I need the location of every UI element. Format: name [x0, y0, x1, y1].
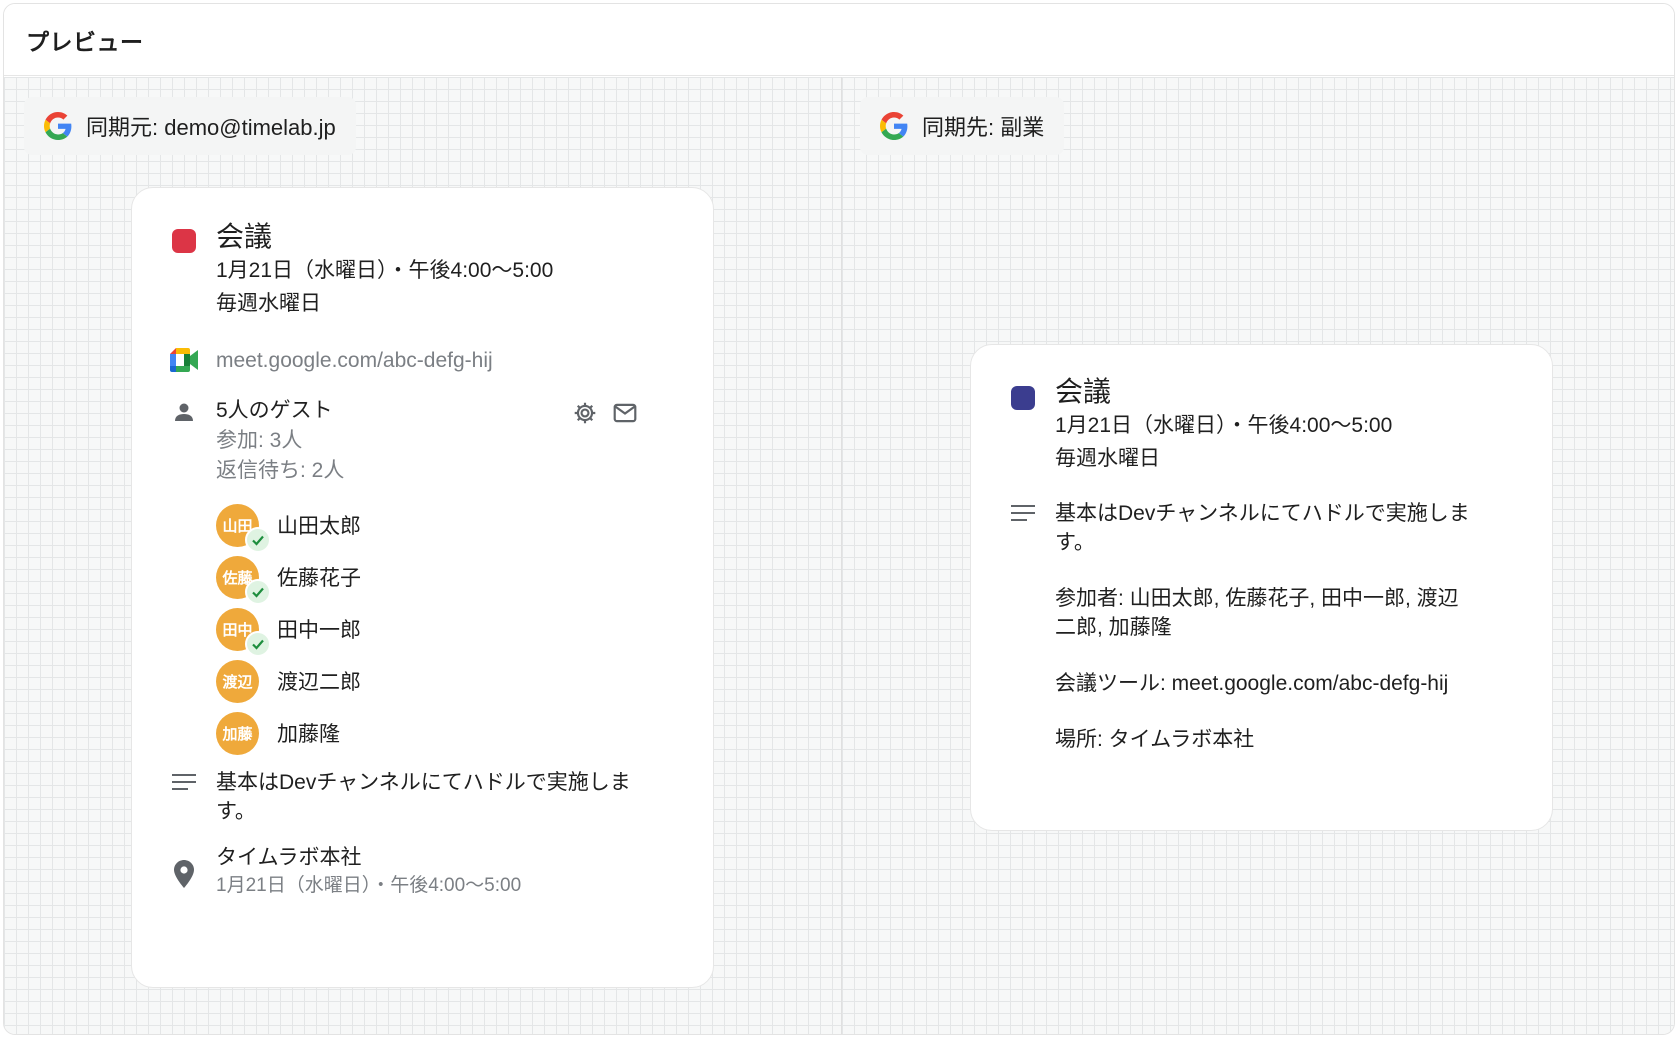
event-recurrence: 毎週水曜日 — [1055, 447, 1160, 470]
person-icon — [175, 403, 193, 421]
event-title: 会議 — [1055, 376, 1112, 407]
guest-item[interactable]: 佐藤 佐藤花子 — [216, 555, 361, 605]
source-pane: 同期元: demo@timelab.jp 会議 1月21日（水曜日）・午後4:0… — [4, 77, 842, 1034]
guest-name: 佐藤花子 — [277, 567, 361, 590]
preview-header: プレビュー — [4, 4, 1674, 76]
meeting-tool: 会議ツール: meet.google.com/abc-defg-hij — [1055, 672, 1449, 695]
description-line-1: 基本はDevチャンネルにてハドルで実施しま — [1055, 502, 1470, 525]
guest-item[interactable]: 加藤 加藤隆 — [216, 711, 361, 755]
event-color-swatch — [172, 229, 196, 253]
page-title: プレビュー — [26, 28, 144, 55]
gear-icon[interactable] — [572, 400, 598, 426]
guest-list: 山田 山田太郎 佐藤 佐藤花子 田中 田中一郎 渡辺 渡辺二郎 加藤 加藤隆 — [216, 503, 361, 764]
google-meet-icon — [170, 348, 198, 372]
guest-name: 山田太郎 — [277, 515, 361, 538]
attendees-line-2: 二郎, 加藤隆 — [1055, 616, 1172, 639]
guest-avatar: 佐藤 — [216, 555, 271, 605]
target-calendar-chip: 同期先: 副業 — [860, 97, 1065, 155]
preview-panes: 同期元: demo@timelab.jp 会議 1月21日（水曜日）・午後4:0… — [4, 77, 1674, 1034]
guest-item[interactable]: 山田 山田太郎 — [216, 503, 361, 553]
event-datetime: 1月21日（水曜日）・午後4:00〜5:00 — [1055, 414, 1393, 437]
guests-pending: 返信待ち: 2人 — [216, 459, 345, 482]
guest-avatar: 山田 — [216, 503, 271, 553]
location-pin-icon — [174, 860, 194, 888]
event-title: 会議 — [216, 221, 273, 252]
source-event-card: 会議 1月21日（水曜日）・午後4:00〜5:00 毎週水曜日 meet.goo… — [131, 187, 714, 988]
event-datetime: 1月21日（水曜日）・午後4:00〜5:00 — [216, 259, 554, 282]
event-recurrence: 毎週水曜日 — [216, 292, 321, 315]
guest-name: 渡辺二郎 — [277, 671, 361, 694]
notes-lines-icon — [1011, 505, 1035, 521]
guest-avatar: 田中 — [216, 607, 271, 657]
preview-frame: プレビュー 同期元: demo@timelab.jp 会議 1月21日（水曜日）… — [3, 3, 1675, 1035]
check-icon — [245, 630, 271, 657]
event-color-swatch — [1011, 386, 1035, 410]
google-g-icon — [880, 112, 908, 140]
target-pane: 同期先: 副業 会議 1月21日（水曜日）・午後4:00〜5:00 毎週水曜日 — [842, 77, 1674, 1034]
description-line-1: 基本はDevチャンネルにてハドルで実施しま — [216, 771, 631, 794]
guest-item[interactable]: 田中 田中一郎 — [216, 607, 361, 657]
guest-avatar: 渡辺 — [216, 659, 259, 703]
check-icon — [245, 526, 271, 553]
check-icon — [245, 578, 271, 605]
source-calendar-chip: 同期元: demo@timelab.jp — [24, 97, 356, 155]
attendees-line-1: 参加者: 山田太郎, 佐藤花子, 田中一郎, 渡辺 — [1055, 587, 1459, 610]
source-calendar-label: 同期元: demo@timelab.jp — [86, 115, 336, 140]
guest-avatar: 加藤 — [216, 711, 259, 755]
location-name: タイムラボ本社 — [216, 846, 362, 869]
guests-joined: 参加: 3人 — [216, 429, 303, 452]
description-line-2: す。 — [1055, 531, 1095, 554]
guest-name: 田中一郎 — [277, 619, 361, 642]
notes-lines-icon — [172, 774, 196, 790]
guest-item[interactable]: 渡辺 渡辺二郎 — [216, 659, 361, 703]
mail-icon[interactable] — [612, 400, 638, 426]
description-line-2: す。 — [216, 800, 256, 823]
target-calendar-label: 同期先: 副業 — [922, 115, 1045, 140]
meet-link[interactable]: meet.google.com/abc-defg-hij — [216, 349, 493, 372]
google-g-icon — [44, 112, 72, 140]
guest-name: 加藤隆 — [277, 723, 340, 746]
meeting-place: 場所: タイムラボ本社 — [1055, 728, 1255, 751]
location-time: 1月21日（水曜日）・午後4:00〜5:00 — [216, 875, 522, 896]
target-event-card: 会議 1月21日（水曜日）・午後4:00〜5:00 毎週水曜日 基本はDevチャ… — [970, 344, 1553, 831]
